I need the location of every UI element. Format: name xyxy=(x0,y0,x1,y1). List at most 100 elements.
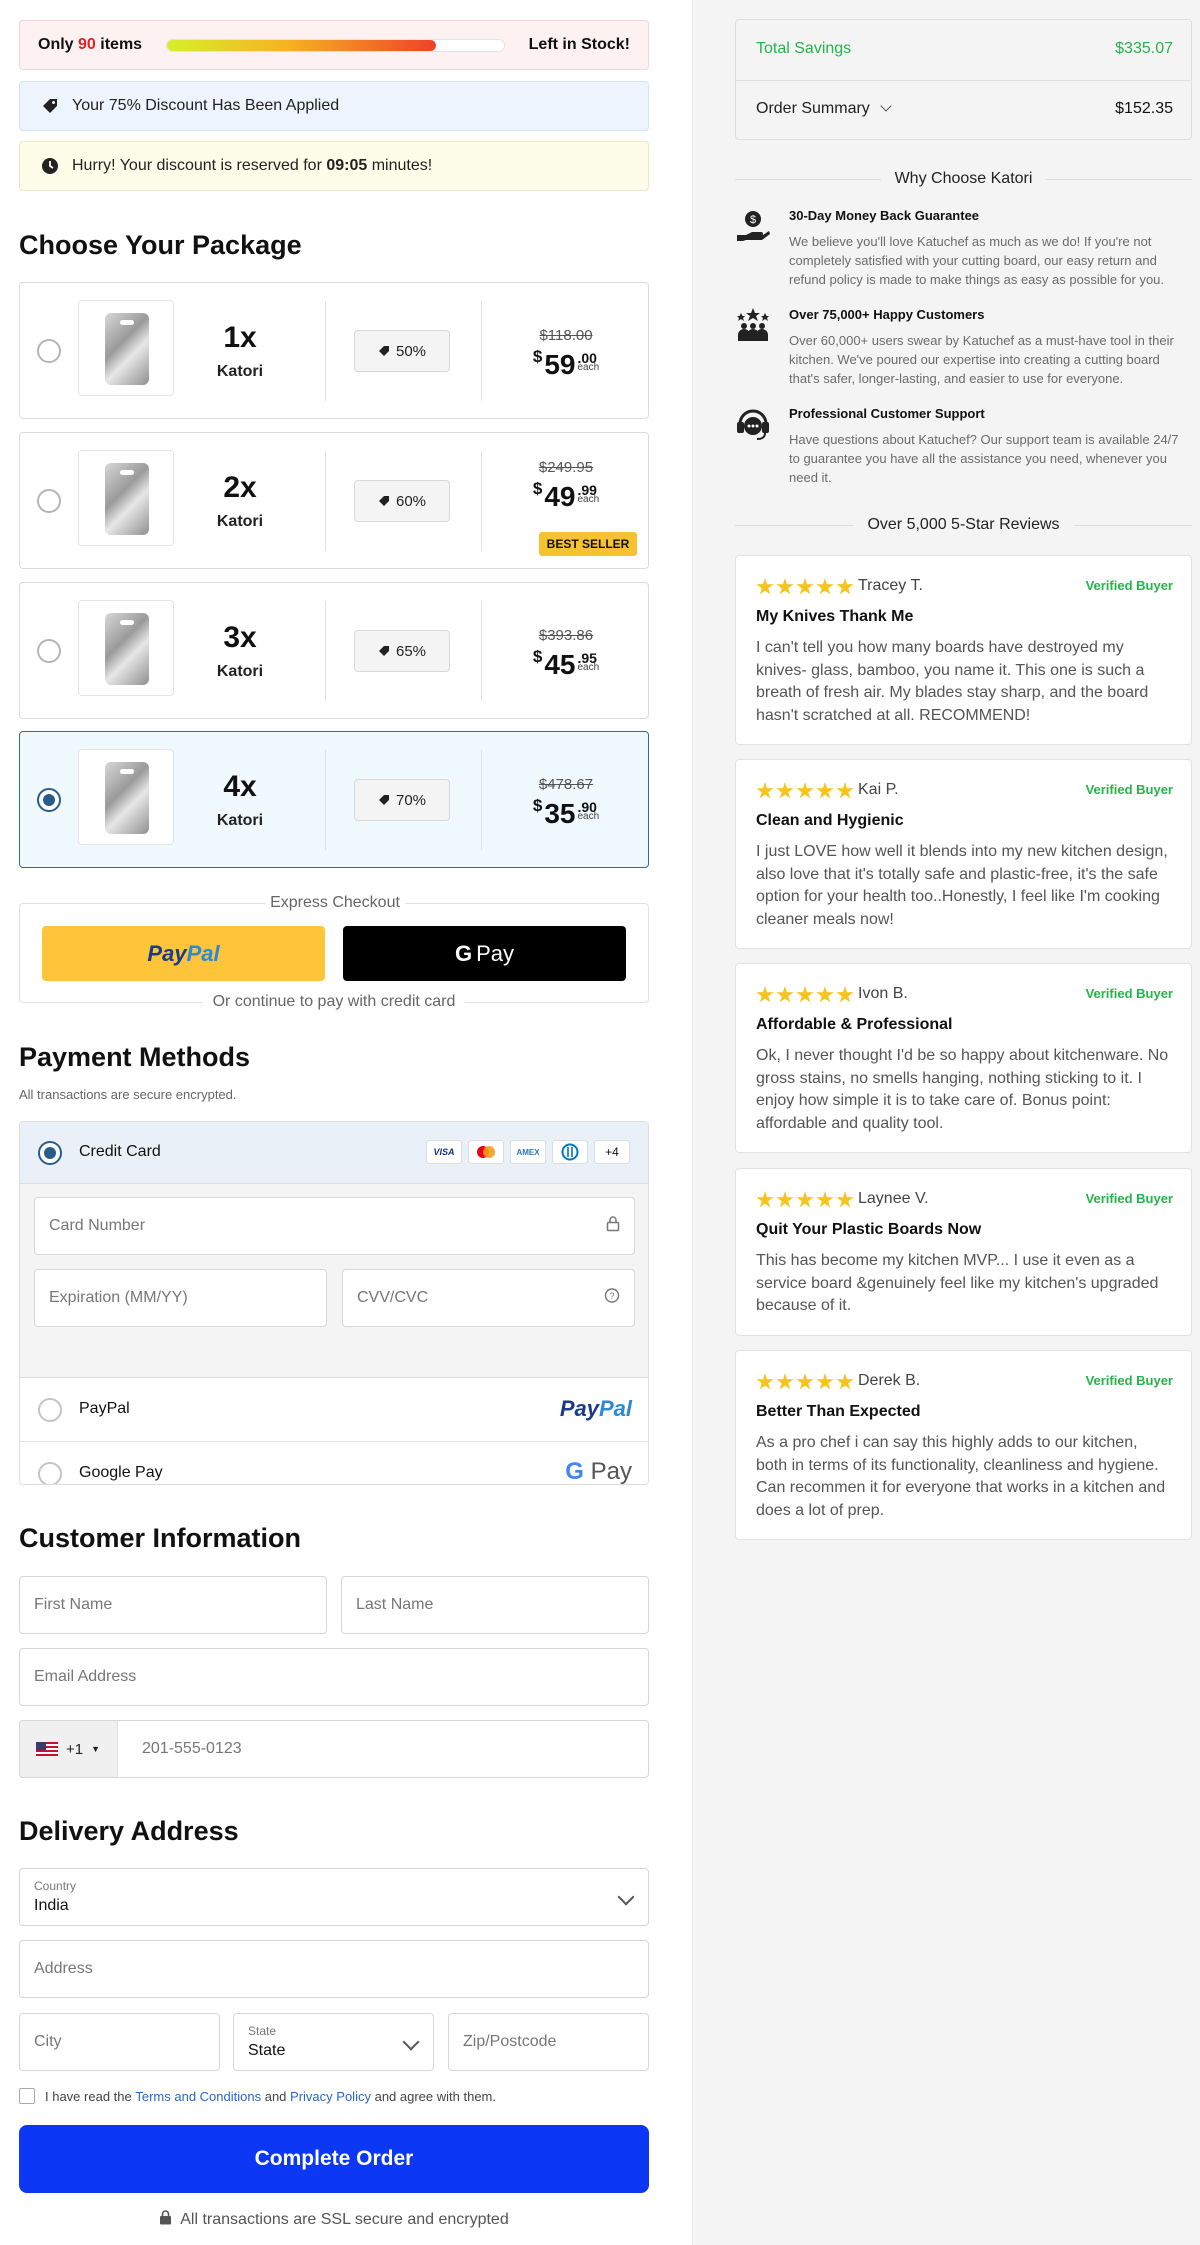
card-number-field[interactable]: Card Number xyxy=(34,1197,635,1255)
paypal-label: PayPal xyxy=(79,1400,130,1417)
reviewer-name: Kai P. xyxy=(858,781,899,798)
google-pay-label: Pay xyxy=(476,940,515,966)
country-code-select[interactable]: +1 ▼ xyxy=(20,1721,118,1777)
country-select[interactable]: Country India xyxy=(19,1868,649,1926)
package-option-2x[interactable]: 2x Katori 60% $249.95 $49.99 each BEST SE… xyxy=(19,432,649,569)
unit-price: $45.95 each xyxy=(532,647,600,680)
package-qty: 1x xyxy=(223,321,257,354)
visa-icon: VISA xyxy=(426,1140,462,1164)
package-radio[interactable] xyxy=(37,639,61,663)
google-pay-label: Google Pay xyxy=(79,1464,163,1481)
reviewer-name: Derek B. xyxy=(858,1372,921,1389)
credit-card-option[interactable]: Credit Card VISA AMEX +4 xyxy=(20,1122,648,1184)
product-image xyxy=(78,450,174,546)
discount-chip: 60% xyxy=(354,480,450,522)
paypal-radio[interactable] xyxy=(38,1398,62,1422)
old-price: $118.00 xyxy=(539,327,593,344)
diners-icon xyxy=(552,1140,588,1164)
terms-checkbox[interactable] xyxy=(19,2088,35,2104)
first-name-field[interactable]: First Name xyxy=(19,1576,327,1634)
rating-stars xyxy=(756,782,854,800)
verified-badge: Verified Buyer xyxy=(1085,782,1173,797)
paypal-button[interactable]: PayPal xyxy=(42,926,325,981)
credit-card-radio[interactable] xyxy=(38,1141,62,1165)
customer-title: Customer Information xyxy=(19,1523,302,1553)
package-radio[interactable] xyxy=(37,788,61,812)
unit-price: $59.00 each xyxy=(532,347,600,380)
verified-badge: Verified Buyer xyxy=(1085,1191,1173,1206)
package-radio[interactable] xyxy=(37,489,61,513)
svg-text:$: $ xyxy=(750,214,756,226)
cvv-field[interactable]: CVV/CVC ? xyxy=(342,1269,635,1327)
total-savings-row: Total Savings $335.07 xyxy=(756,40,1173,57)
rating-stars xyxy=(756,1191,854,1209)
rating-stars xyxy=(756,578,854,596)
chevron-down-icon xyxy=(617,1888,635,1906)
reviewer-name: Tracey T. xyxy=(858,577,923,594)
timer-notice: Hurry! Your discount is reserved for 09:… xyxy=(19,141,649,191)
reviewer-name: Ivon B. xyxy=(858,985,908,1002)
verified-badge: Verified Buyer xyxy=(1085,986,1173,1001)
review-body: I just LOVE how well it blends into my n… xyxy=(756,843,1168,928)
tag-icon xyxy=(378,795,389,805)
phone-field[interactable]: +1 ▼ 201-555-0123 xyxy=(19,1720,649,1778)
mastercard-icon xyxy=(468,1140,504,1164)
package-option-4x[interactable]: 4x Katori 70% $478.67 $35.90 each xyxy=(19,731,649,868)
ssl-note: All transactions are SSL secure and encr… xyxy=(19,2210,649,2230)
stock-right-text: Left in Stock! xyxy=(528,36,630,53)
paypal-option[interactable]: PayPal PayPal xyxy=(20,1378,648,1442)
chevron-down-icon xyxy=(402,2033,420,2051)
delivery-title: Delivery Address xyxy=(19,1816,239,1846)
amex-icon: AMEX xyxy=(510,1140,546,1164)
google-pay-button[interactable]: G Pay xyxy=(343,926,626,981)
package-option-1x[interactable]: 1x Katori 50% $118.00 $59.00 each xyxy=(19,282,649,419)
product-image xyxy=(78,600,174,696)
product-image xyxy=(78,749,174,845)
reviews-title: Over 5,000 5-Star Reviews xyxy=(735,516,1192,534)
checkout-column: Only 90 items Left in Stock! Your 75% Di… xyxy=(0,0,692,2245)
timer-text: Hurry! Your discount is reserved for 09:… xyxy=(72,157,433,174)
complete-order-button[interactable]: Complete Order xyxy=(19,2125,649,2193)
google-pay-radio[interactable] xyxy=(38,1462,62,1484)
package-qty: 4x xyxy=(223,770,257,803)
zip-field[interactable]: Zip/Postcode xyxy=(448,2013,649,2071)
payment-note: All transactions are secure encrypted. xyxy=(19,1087,237,1102)
review-body: I can't tell you how many boards have de… xyxy=(756,639,1149,724)
terms-link[interactable]: Terms and Conditions xyxy=(135,2089,261,2104)
discount-chip: 65% xyxy=(354,630,450,672)
payment-methods: Credit Card VISA AMEX +4 Card Number Exp… xyxy=(19,1121,649,1485)
city-field[interactable]: City xyxy=(19,2013,220,2071)
terms-agreement: I have read the Terms and Conditions and… xyxy=(19,2088,496,2104)
help-icon[interactable]: ? xyxy=(604,1288,620,1309)
package-option-3x[interactable]: 3x Katori 65% $393.86 $45.95 each xyxy=(19,582,649,719)
verified-badge: Verified Buyer xyxy=(1085,578,1173,593)
old-price: $249.95 xyxy=(538,459,594,476)
payment-title: Payment Methods xyxy=(19,1042,251,1072)
discount-chip: 70% xyxy=(354,779,450,821)
product-image xyxy=(78,300,174,396)
last-name-field[interactable]: Last Name xyxy=(341,1576,649,1634)
google-pay-option[interactable]: Google Pay G Pay xyxy=(20,1442,648,1484)
order-summary-row[interactable]: Order Summary $152.35 xyxy=(756,100,1173,118)
discount-notice-text: Your 75% Discount Has Been Applied xyxy=(72,97,340,114)
reviewer-name: Laynee V. xyxy=(858,1190,929,1207)
more-cards-badge: +4 xyxy=(594,1140,630,1164)
lock-icon xyxy=(606,1216,620,1237)
verified-badge: Verified Buyer xyxy=(1085,1373,1173,1388)
expiration-field[interactable]: Expiration (MM/YY) xyxy=(34,1269,327,1327)
address-field[interactable]: Address xyxy=(19,1940,649,1998)
review-body: Ok, I never thought I'd be so happy abou… xyxy=(756,1047,1169,1132)
order-summary-box: Total Savings $335.07 Order Summary $152.… xyxy=(735,19,1192,140)
paypal-logo: PayPal xyxy=(559,1396,632,1421)
privacy-link[interactable]: Privacy Policy xyxy=(290,2089,371,2104)
package-qty: 2x xyxy=(223,471,257,504)
paypal-logo: PayPal xyxy=(147,940,220,966)
package-radio[interactable] xyxy=(37,339,61,363)
rating-stars xyxy=(756,1373,854,1391)
state-select[interactable]: State State xyxy=(233,2013,434,2071)
review-title: Clean and Hygienic xyxy=(756,812,904,829)
review-title: My Knives Thank Me xyxy=(756,608,914,625)
email-field[interactable]: Email Address xyxy=(19,1648,649,1706)
package-name: Katori xyxy=(216,812,264,829)
tag-icon xyxy=(378,646,389,656)
